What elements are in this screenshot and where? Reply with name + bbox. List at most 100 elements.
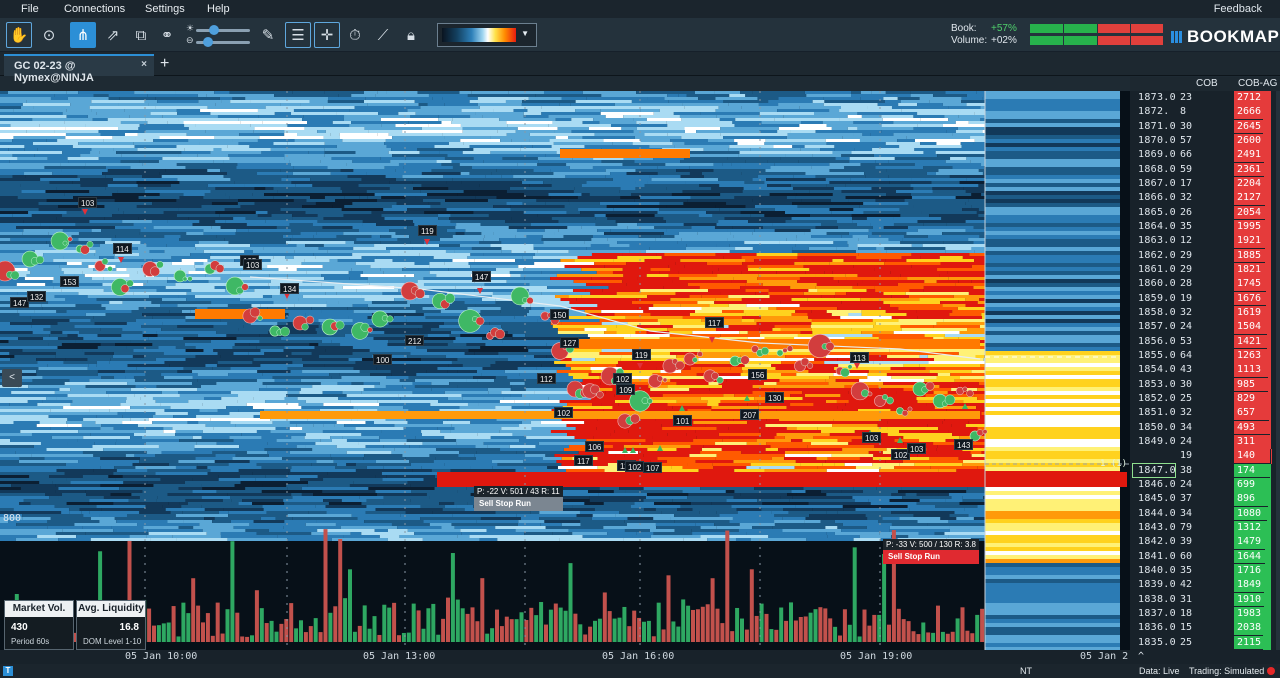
market-volume-card[interactable]: Market Vol. 430 Period 60s <box>4 600 74 650</box>
menu-help[interactable]: Help <box>207 3 230 15</box>
ladder-row[interactable]: 1860.0 28 1745 <box>1130 277 1280 292</box>
volume-bar <box>514 619 519 642</box>
ladder-row[interactable]: 1865.0 26 2054 <box>1130 205 1280 220</box>
add-tab-icon[interactable]: + <box>160 55 169 73</box>
heatmap-canvas[interactable] <box>0 91 1130 650</box>
ladder-row[interactable]: 1861.0 29 1821 <box>1130 263 1280 278</box>
cobag-bar <box>1265 248 1271 263</box>
ladder-row[interactable]: 1835.0 25 2115 <box>1130 635 1280 650</box>
ladder-row[interactable]: 1844.0 34 1080 <box>1130 506 1280 521</box>
volume-bar <box>666 575 671 642</box>
ladder-row[interactable]: 1872. 8 2666 <box>1130 105 1280 120</box>
ladder-row[interactable]: 1841.0 60 1644 <box>1130 549 1280 564</box>
ladder-row[interactable]: 1850.0 34 493 <box>1130 420 1280 435</box>
trade-bubble <box>840 367 850 378</box>
ladder-row[interactable]: 1855.0 64 1263 <box>1130 349 1280 364</box>
ladder-row[interactable]: 1845.0 37 896 <box>1130 492 1280 507</box>
link-icon[interactable]: ⚭ <box>154 22 180 48</box>
stopwatch-icon[interactable]: ⏱ <box>342 22 368 48</box>
ladder-row[interactable]: 1849.0 24 311 <box>1130 435 1280 450</box>
ladder-cobag: 1263 <box>1234 349 1270 363</box>
cobag-bar <box>1270 463 1271 478</box>
ladder-row[interactable]: 1867.0 17 2204 <box>1130 177 1280 192</box>
trade-bubble <box>596 391 604 399</box>
ladder-row[interactable]: 1868.0 59 2361 <box>1130 162 1280 177</box>
ladder-row[interactable]: 1858.0 32 1619 <box>1130 306 1280 321</box>
chart-line-icon[interactable]: ⟋ <box>370 22 396 48</box>
ladder-price: 1864.0 <box>1138 221 1176 232</box>
ladder-row[interactable]: 1857.0 24 1504 <box>1130 320 1280 335</box>
chevron-up-icon[interactable]: ^ <box>1138 651 1144 662</box>
ladder-row[interactable]: 1840.0 35 1716 <box>1130 564 1280 579</box>
ladder-row[interactable]: 1859.0 19 1676 <box>1130 291 1280 306</box>
ladder-row[interactable]: 1862.0 29 1885 <box>1130 248 1280 263</box>
ladder-row[interactable]: 1842.0 39 1479 <box>1130 535 1280 550</box>
ladder-row[interactable]: 1839.0 42 1849 <box>1130 578 1280 593</box>
ladder-row[interactable]: 1852.0 25 829 <box>1130 392 1280 407</box>
ladder-price: 1872. <box>1138 106 1170 118</box>
heatmap-color-scale-dropdown[interactable]: ▼ <box>437 23 537 47</box>
contrast-slider[interactable]: ⊖ <box>186 35 252 47</box>
layers-icon[interactable]: ⧉ <box>128 22 154 48</box>
heatmap-chart[interactable]: < 800 1 (1) P: -22 V: 501 / 43 R: 11 Sel… <box>0 91 1130 650</box>
tab-instrument[interactable]: GC 02-23 @ Nymex@NINJA × <box>4 54 154 84</box>
ladder-row[interactable]: 19 140 <box>1130 449 1280 464</box>
rocket-icon[interactable]: ⇗ <box>100 22 126 48</box>
cob-header[interactable]: COB <box>1196 78 1218 89</box>
volume-bar <box>235 612 240 642</box>
ladder-row[interactable]: 1856.0 53 1421 <box>1130 334 1280 349</box>
zoom-target-icon[interactable]: ⊙ <box>36 22 62 48</box>
brightness-knob[interactable] <box>209 25 220 35</box>
ladder-row[interactable]: 1870.0 57 2600 <box>1130 134 1280 149</box>
ladder-row[interactable]: 1866.0 32 2127 <box>1130 191 1280 206</box>
close-icon[interactable]: × <box>141 59 147 70</box>
ladder-row[interactable]: 1863.0 12 1921 <box>1130 234 1280 249</box>
ladder-row[interactable]: 1871.0 30 2645 <box>1130 119 1280 134</box>
stop-run-box[interactable]: P: -33 V: 500 / 130 R: 3.8 Sell Stop Run <box>883 539 979 564</box>
volume-bar <box>426 608 431 642</box>
volume-bar <box>544 624 548 642</box>
hand-icon[interactable]: ✋ <box>6 22 32 48</box>
cobag-header[interactable]: COB-AG <box>1238 78 1277 89</box>
crosshair-icon[interactable]: ✛ <box>314 22 340 48</box>
price-ladder[interactable]: 1873.0 23 2712 1872. 8 2666 1871.0 30 2645 1870.0… <box>1130 91 1280 650</box>
volume-bar <box>725 530 730 642</box>
avg-liquidity-value: 16.8 <box>119 622 139 633</box>
feedback-link[interactable]: Feedback <box>1214 3 1262 15</box>
ladder-price: 1871.0 <box>1138 120 1176 132</box>
ladder-price: 1835.0 <box>1138 636 1176 648</box>
pencil-icon[interactable]: ✎ <box>255 22 281 48</box>
ladder-row[interactable]: 1873.0 23 2712 <box>1130 91 1280 106</box>
cobag-bar <box>1264 205 1271 220</box>
cobag-bar <box>1264 177 1271 192</box>
stop-run-box[interactable]: P: -22 V: 501 / 43 R: 11 Sell Stop Run <box>474 486 563 511</box>
trade-size-label: 130 <box>765 392 785 403</box>
ladder-cobag: 896 <box>1234 492 1270 507</box>
trading-icon[interactable]: T <box>3 666 13 676</box>
menu-connections[interactable]: Connections <box>64 3 125 15</box>
ladder-row[interactable]: 1836.0 15 2038 <box>1130 621 1280 636</box>
ladder-row[interactable]: 1854.0 43 1113 <box>1130 363 1280 378</box>
collapse-panel-button[interactable]: < <box>2 369 22 387</box>
volume-bar <box>828 618 833 642</box>
last-price-marker <box>1132 462 1176 478</box>
brightness-slider[interactable]: ☀ <box>186 23 252 35</box>
ladder-row[interactable]: 1851.0 32 657 <box>1130 406 1280 421</box>
menu-settings[interactable]: Settings <box>145 3 185 15</box>
share-nodes-icon[interactable]: ⋔ <box>70 22 96 48</box>
ladder-row[interactable]: 1853.0 30 985 <box>1130 377 1280 392</box>
ladder-row[interactable]: 1864.0 35 1995 <box>1130 220 1280 235</box>
lock-icon[interactable]: 🔒︎ <box>398 22 424 48</box>
menu-file[interactable]: File <box>21 3 39 15</box>
chat-bubble-icon[interactable]: ☰ <box>285 22 311 48</box>
ladder-row[interactable]: 1838.0 31 1910 <box>1130 592 1280 607</box>
ladder-price: 1846.0 <box>1138 479 1176 490</box>
cobag-bar <box>1263 592 1271 607</box>
ladder-row[interactable]: 1869.0 66 2491 <box>1130 148 1280 163</box>
ladder-row[interactable]: 1846.0 24 699 <box>1130 478 1280 493</box>
minus-icon: ⊖ <box>186 35 194 45</box>
ladder-row[interactable]: 1837.0 18 1983 <box>1130 607 1280 622</box>
avg-liquidity-card[interactable]: Avg. Liquidity 16.8 DOM Level 1-10 <box>76 600 146 650</box>
contrast-knob[interactable] <box>202 37 213 47</box>
ladder-row[interactable]: 1843.0 79 1312 <box>1130 521 1280 536</box>
